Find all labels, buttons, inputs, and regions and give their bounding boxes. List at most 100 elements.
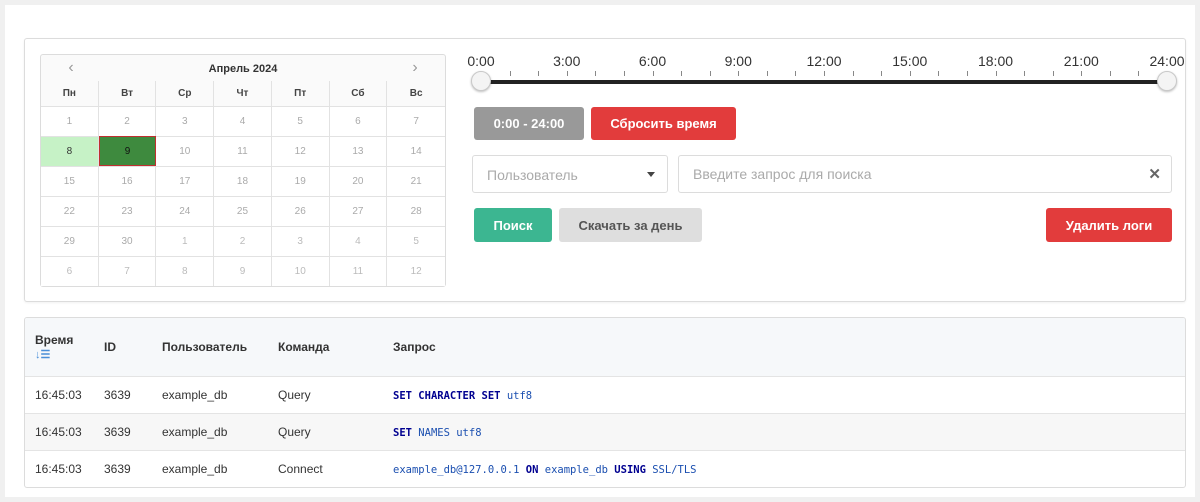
calendar-day[interactable]: 26 [271,196,330,226]
calendar-day[interactable]: 7 [98,256,157,286]
calendar-day[interactable]: 7 [387,106,445,136]
calendar-day[interactable]: 30 [98,226,157,256]
time-minor-tick [1138,71,1140,76]
sql-keyword: USING [614,463,646,476]
calendar-day[interactable]: 3 [156,106,215,136]
search-input[interactable] [679,156,1139,192]
weekday-label: Чт [214,81,272,106]
calendar-day[interactable]: 3 [271,226,330,256]
time-tick-label: 21:00 [1063,53,1099,69]
sql-token: example_db@127.0.0.1 [393,463,520,476]
cell-time: 16:45:03 [35,387,82,402]
calendar-day[interactable]: 6 [329,106,388,136]
cell-command: Connect [278,461,323,476]
calendar-day[interactable]: 2 [98,106,157,136]
calendar-day[interactable]: 1 [156,226,215,256]
calendar-day[interactable]: 29 [41,226,99,256]
time-minor-tick [538,71,540,76]
sql-token: utf8 [506,389,533,402]
calendar-day[interactable]: 12 [271,136,330,166]
calendar-day[interactable]: 6 [41,256,99,286]
time-minor-tick [795,71,797,76]
calendar-day[interactable]: 4 [329,226,388,256]
delete-logs-button[interactable]: Удалить логи [1046,208,1172,242]
time-tick-label: 9:00 [724,53,752,69]
calendar-day[interactable]: 23 [98,196,157,226]
time-minor-tick [995,71,997,76]
time-minor-tick [681,71,683,76]
cell-id: 3639 [104,461,131,476]
calendar-day[interactable]: 9 [98,136,157,166]
calendar-month-label: Апрель 2024 [208,63,278,75]
search-button[interactable]: Поиск [474,208,552,242]
sql-keyword: ON [525,463,539,476]
sql-query: SET CHARACTER SET utf8 [393,390,532,402]
calendar-day[interactable]: 11 [214,136,272,166]
calendar-day[interactable]: 5 [387,226,445,256]
calendar-day[interactable]: 20 [329,166,388,196]
column-header-id: ID [104,339,116,354]
weekday-label: Пт [272,81,330,106]
log-table-container: Время ↓☰ ID Пользователь Команда Запрос … [24,317,1186,488]
time-tick-label: 0:00 [467,53,495,69]
calendar-day[interactable]: 24 [156,196,215,226]
sql-keyword: SET [393,426,412,439]
close-icon[interactable]: ✕ [1148,165,1161,183]
calendar-day[interactable]: 12 [387,256,445,286]
time-range-button[interactable]: 0:00 - 24:00 [474,107,584,140]
calendar-day[interactable]: 13 [329,136,388,166]
user-select-placeholder: Пользователь [487,167,578,183]
download-day-button[interactable]: Скачать за день [559,208,702,242]
calendar-day[interactable]: 10 [156,136,215,166]
cell-user: example_db [162,387,228,402]
calendar-day[interactable]: 5 [271,106,330,136]
weekday-label: Вт [99,81,157,106]
time-range-slider[interactable] [471,71,1177,91]
calendar-day[interactable]: 8 [41,136,99,166]
time-tick-label: 15:00 [892,53,928,69]
calendar-day[interactable]: 1 [41,106,99,136]
time-minor-tick [909,71,911,76]
weekday-label: Ср [156,81,215,106]
calendar-day[interactable]: 25 [214,196,272,226]
cell-query: SET CHARACTER SET utf8 [393,376,1185,413]
calendar-day[interactable]: 11 [329,256,388,286]
time-minor-tick [824,71,825,76]
calendar-day[interactable]: 18 [214,166,272,196]
cell-query: SET NAMES utf8 [393,413,1185,450]
chevron-right-icon[interactable]: › [405,58,425,78]
slider-start-handle[interactable] [471,71,491,91]
weekday-label: Вс [409,88,423,99]
sort-descending-icon[interactable]: ↓☰ [35,348,104,361]
column-header-time[interactable]: Время ↓☰ [25,318,104,376]
time-minor-tick [881,71,883,76]
time-minor-tick [1052,71,1054,76]
calendar-day[interactable]: 4 [214,106,272,136]
time-minor-tick [766,71,768,76]
calendar-day[interactable]: 19 [271,166,330,196]
caret-down-icon [647,172,655,177]
calendar-day[interactable]: 16 [98,166,157,196]
calendar-day[interactable]: 27 [329,196,388,226]
time-minor-tick [595,71,597,76]
user-select[interactable]: Пользователь [472,155,668,193]
column-header-query: Запрос [393,339,436,354]
calendar-day[interactable]: 14 [387,136,445,166]
slider-end-handle[interactable] [1157,71,1177,91]
calendar-day[interactable]: 2 [214,226,272,256]
calendar-day[interactable]: 10 [271,256,330,286]
time-scale: 0:00 3:00 6:00 9:00 12:00 15:00 18:00 21:00 24:0… [463,53,1184,73]
reset-time-button[interactable]: Сбросить время [591,107,736,140]
sql-token: SSL/TLS [652,463,697,476]
time-minor-tick [852,71,854,76]
calendar-day[interactable]: 17 [156,166,215,196]
calendar-day[interactable]: 8 [156,256,215,286]
calendar-day[interactable]: 21 [387,166,445,196]
time-minor-tick [1081,71,1083,76]
time-minor-tick [652,71,654,76]
calendar-day[interactable]: 9 [214,256,272,286]
calendar-day[interactable]: 28 [387,196,445,226]
calendar-day[interactable]: 15 [41,166,99,196]
cell-command: Query [278,387,311,402]
calendar-day[interactable]: 22 [41,196,99,226]
